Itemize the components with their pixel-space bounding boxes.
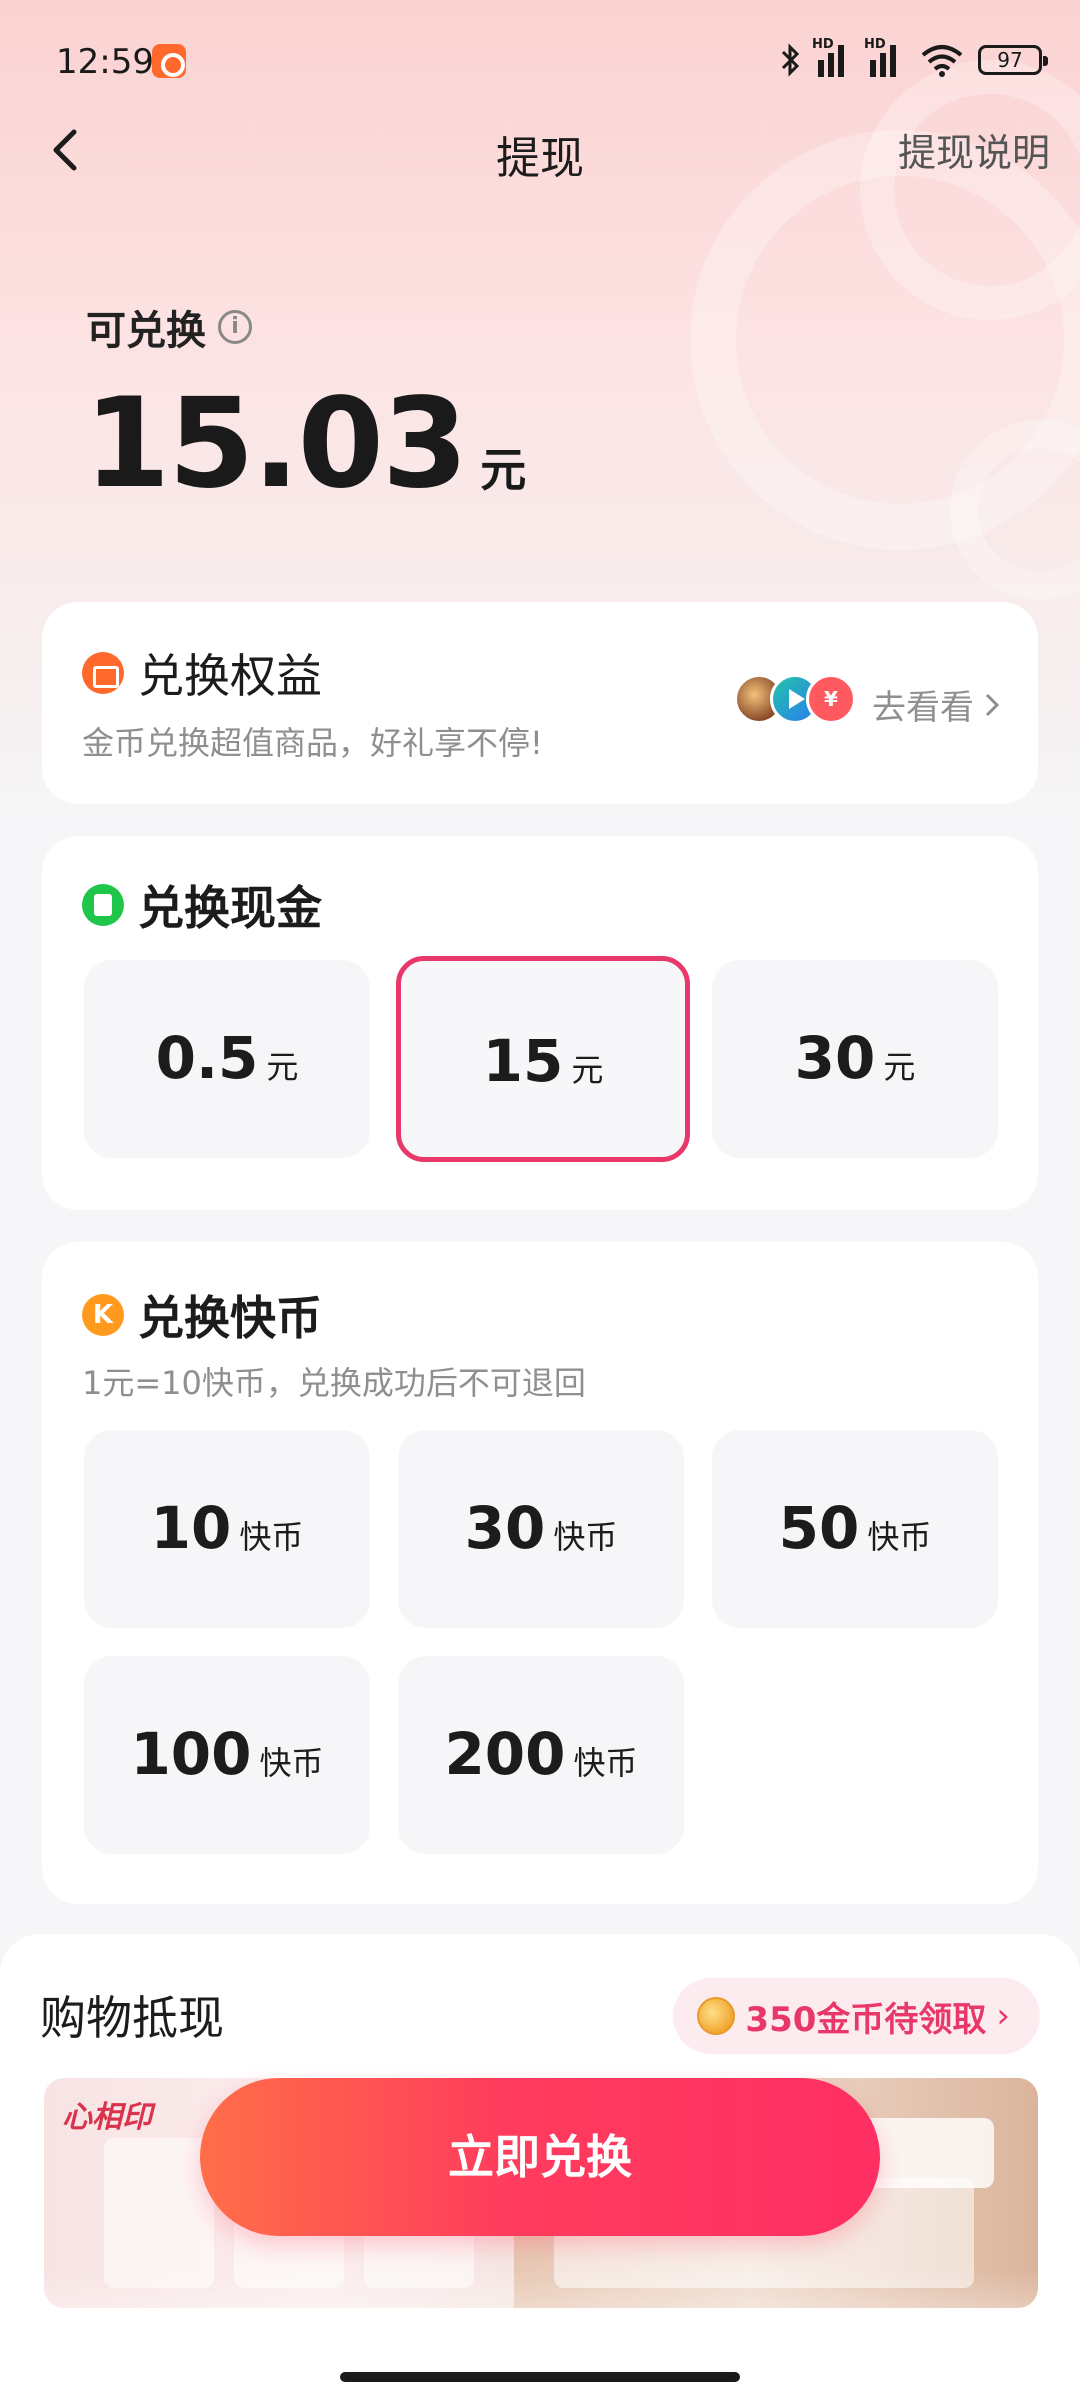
coin-option-unit: 快币 (259, 1744, 324, 1782)
coin-reward-text: 350金币待领取 (745, 1999, 987, 2040)
coin-option-unit: 快币 (867, 1518, 932, 1556)
cash-option-selected[interactable]: 15 元 (396, 956, 690, 1162)
coin-reward-pill[interactable]: 350金币待领取 › (673, 1978, 1040, 2054)
coin-option[interactable]: 10 快币 (84, 1430, 370, 1628)
benefits-goto-label: 去看看 (872, 688, 974, 728)
balance-label-text: 可兑换 (86, 308, 206, 354)
gold-coin-icon (697, 1997, 736, 2035)
cash-icon (82, 884, 124, 926)
cellular-signal-icon: HD (864, 37, 906, 77)
coin-exchange-card: K 兑换快币 1元=10快币，兑换成功后不可退回 10 快币 30 快币 50 … (42, 1242, 1038, 1904)
network-label: HD (864, 37, 886, 52)
benefits-subtitle: 金币兑换超值商品，好礼享不停! (82, 724, 543, 762)
status-icons: HD HD 97 (780, 37, 1048, 80)
battery-icon: 97 (978, 45, 1048, 75)
coin-option[interactable]: 200 快币 (398, 1656, 684, 1854)
cash-title: 兑换现金 (138, 881, 322, 935)
cash-option-unit: 元 (883, 1048, 916, 1086)
info-icon[interactable]: i (218, 310, 252, 344)
coin-option-unit: 快币 (573, 1744, 638, 1782)
benefits-goto-link[interactable]: 去看看 (872, 680, 1000, 729)
app-notification-icon (152, 44, 186, 78)
balance-value: 15.03 (84, 372, 468, 516)
benefit-avatars: ¥ (734, 674, 856, 730)
chevron-right-icon (985, 693, 1000, 716)
coin-option[interactable]: 50 快币 (712, 1430, 998, 1628)
cash-option[interactable]: 0.5 元 (84, 960, 370, 1158)
coupon-icon: ¥ (806, 674, 856, 724)
benefits-card[interactable]: 兑换权益 金币兑换超值商品，好礼享不停! ¥ 去看看 (42, 602, 1038, 804)
coin-option-value: 200 (444, 1720, 566, 1788)
cash-option-value: 15 (482, 1027, 564, 1095)
balance-label: 可兑换 i (86, 298, 252, 356)
coin-option-value: 30 (464, 1494, 546, 1562)
coin-option-unit: 快币 (239, 1518, 304, 1556)
cash-exchange-card: 兑换现金 0.5 元 15 元 30 元 (42, 836, 1038, 1210)
balance-amount: 15.03 元 (84, 372, 526, 516)
cellular-signal-icon: HD (812, 37, 854, 77)
tissue-pack-image (104, 2138, 214, 2288)
status-time: 12:59 (56, 42, 154, 82)
gift-icon (82, 652, 124, 694)
network-label: HD (812, 37, 834, 52)
benefits-title: 兑换权益 (138, 649, 322, 703)
home-indicator[interactable] (340, 2372, 740, 2382)
chevron-right-icon: › (996, 1996, 1010, 2036)
kuaibi-icon: K (82, 1294, 124, 1336)
wifi-icon (921, 45, 963, 77)
cash-option-unit: 元 (571, 1051, 604, 1089)
status-bar: 12:59 HD HD 97 (0, 0, 1080, 126)
balance-unit: 元 (480, 443, 527, 497)
bluetooth-icon (781, 43, 800, 77)
cash-option-value: 0.5 (155, 1024, 259, 1092)
withdraw-help-link[interactable]: 提现说明 (898, 122, 1050, 177)
cash-option[interactable]: 30 元 (712, 960, 998, 1158)
coin-option-unit: 快币 (553, 1518, 618, 1556)
shopping-title: 购物抵现 (40, 1991, 224, 2045)
coins-title: 兑换快币 (138, 1291, 322, 1345)
cash-option-unit: 元 (266, 1048, 299, 1086)
coin-option-value: 100 (130, 1720, 252, 1788)
brand-logo: 心相印 (62, 2100, 152, 2135)
coin-option-value: 10 (150, 1494, 232, 1562)
exchange-now-button[interactable]: 立即兑换 (200, 2078, 880, 2236)
coins-subtitle: 1元=10快币，兑换成功后不可退回 (82, 1364, 586, 1402)
coin-option-value: 50 (778, 1494, 860, 1562)
cash-option-value: 30 (794, 1024, 876, 1092)
coupon-symbol: ¥ (824, 687, 838, 711)
coin-option[interactable]: 100 快币 (84, 1656, 370, 1854)
coin-option[interactable]: 30 快币 (398, 1430, 684, 1628)
